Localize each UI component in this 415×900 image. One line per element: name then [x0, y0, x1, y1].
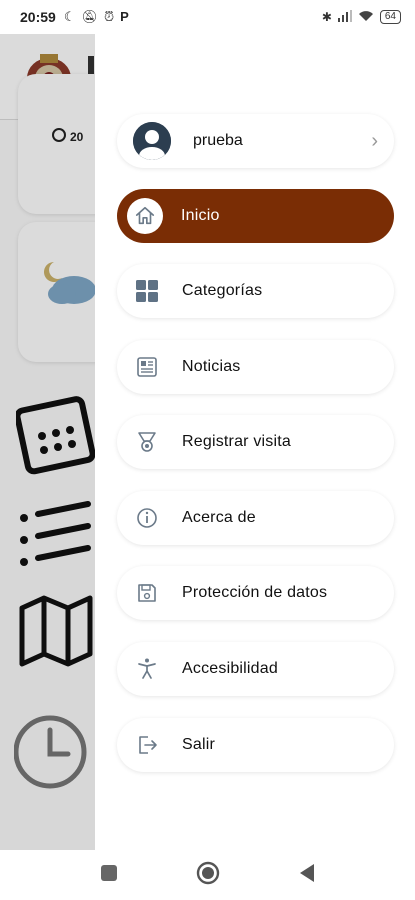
avatar — [133, 122, 171, 160]
status-bar: 20:59 ☾ 🔕︎ ⏰︎ P ✱ 64 — [0, 0, 415, 34]
menu-item-proteccion-de-datos[interactable]: Protección de datos — [117, 566, 394, 620]
info-icon — [133, 504, 161, 532]
menu-item-salir[interactable]: Salir — [117, 718, 394, 772]
back-button[interactable] — [298, 863, 316, 888]
menu-item-label: Accesibilidad — [182, 660, 278, 677]
status-notification-icons: ☾ 🔕︎ ⏰︎ P — [64, 9, 129, 25]
menu-item-label: Registrar visita — [182, 433, 292, 450]
status-time: 20:59 — [20, 9, 56, 25]
signal-icon — [337, 9, 352, 25]
logout-icon — [133, 731, 161, 759]
battery-indicator: 64 — [379, 10, 401, 24]
menu-item-label: Acerca de — [182, 509, 256, 526]
profile-name: prueba — [193, 132, 243, 149]
status-system-icons: ✱ 64 — [321, 9, 401, 25]
alarm-icon: ⏰︎ — [103, 9, 115, 24]
recents-button[interactable] — [100, 864, 118, 887]
accessibility-icon — [133, 655, 161, 683]
menu-item-noticias[interactable]: Noticias — [117, 340, 394, 394]
system-nav-bar — [0, 850, 415, 900]
bluetooth-icon: ✱ — [321, 10, 332, 24]
navigation-drawer: prueba › Inicio Categorías Noticias Regi… — [95, 34, 415, 850]
menu-item-categorias[interactable]: Categorías — [117, 264, 394, 318]
menu-item-label: Categorías — [182, 282, 263, 299]
p-icon: P — [120, 9, 129, 24]
menu-item-label: Protección de datos — [182, 584, 328, 601]
menu-item-acerca-de[interactable]: Acerca de — [117, 491, 394, 545]
grid-icon — [133, 277, 161, 305]
moon-icon: ☾ — [63, 9, 76, 24]
bell-off-icon: 🔕︎ — [81, 9, 98, 24]
save-icon — [133, 579, 161, 607]
menu-item-label: Inicio — [181, 207, 220, 224]
newspaper-icon — [133, 353, 161, 381]
chevron-right-icon: › — [371, 129, 378, 152]
medal-icon — [133, 428, 161, 456]
home-button[interactable] — [196, 861, 220, 890]
menu-item-label: Salir — [182, 736, 216, 753]
menu-item-accesibilidad[interactable]: Accesibilidad — [117, 642, 394, 696]
menu-item-registrar-visita[interactable]: Registrar visita — [117, 415, 394, 469]
profile-card[interactable]: prueba › — [117, 114, 394, 168]
menu-item-label: Noticias — [182, 358, 241, 375]
menu-item-inicio[interactable]: Inicio — [117, 189, 394, 243]
wifi-icon — [358, 10, 374, 25]
home-icon — [127, 198, 163, 234]
